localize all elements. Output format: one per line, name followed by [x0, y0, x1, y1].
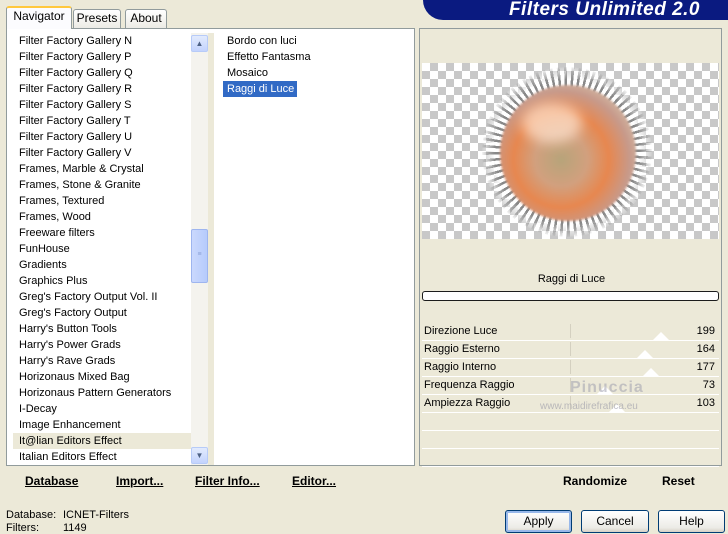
filter-item[interactable]: Bordo con luci	[223, 33, 297, 49]
randomize-button[interactable]: Randomize	[563, 474, 627, 488]
parameter-slider[interactable]	[570, 342, 686, 359]
tab-presets[interactable]: Presets	[73, 9, 121, 28]
preview-panel: Raggi di Luce Direzione Luce 199 Raggio Es…	[419, 28, 722, 467]
filter-item[interactable]: Effetto Fantasma	[223, 49, 311, 65]
parameter-slider[interactable]	[570, 324, 686, 341]
cancel-button[interactable]: Cancel	[581, 510, 649, 533]
watermark-site: www.maidirefrafica.eu	[540, 401, 638, 412]
category-item[interactable]: Filter Factory Gallery N	[13, 33, 193, 49]
category-item[interactable]: Harry's Rave Grads	[13, 353, 193, 369]
category-item[interactable]: Freeware filters	[13, 225, 193, 241]
category-item[interactable]: Frames, Stone & Granite	[13, 177, 193, 193]
category-item[interactable]: FunHouse	[13, 241, 193, 257]
navigator-panel: Filter Factory Gallery N Filter Factory G…	[6, 28, 415, 466]
category-item[interactable]: Filter Factory Gallery S	[13, 97, 193, 113]
app-title: Filters Unlimited 2.0	[508, 0, 700, 20]
reset-button[interactable]: Reset	[662, 474, 695, 488]
category-item[interactable]: Italian Editors Effect	[13, 449, 193, 465]
parameter-label: Direzione Luce	[424, 325, 498, 337]
category-item[interactable]: Image Enhancement	[13, 417, 193, 433]
parameter-value: 164	[696, 343, 715, 355]
filter-list[interactable]: Bordo con luci Effetto Fantasma Mosaico Rag…	[223, 33, 403, 97]
filters-count: 1149	[63, 522, 87, 534]
category-item[interactable]: Horizonaus Mixed Bag	[13, 369, 193, 385]
parameter-value: 199	[696, 325, 715, 337]
apply-button[interactable]: Apply	[505, 510, 572, 533]
category-item[interactable]: Filter Factory Gallery R	[13, 81, 193, 97]
slider-thumb[interactable]	[636, 350, 655, 359]
category-item[interactable]: Greg's Factory Output	[13, 305, 193, 321]
filter-item[interactable]: Mosaico	[223, 65, 297, 81]
category-item[interactable]: Horizonaus Pattern Generators	[13, 385, 193, 401]
category-item[interactable]: Filter Factory Gallery V	[13, 145, 193, 161]
category-scrollbar[interactable]: ▲ ≡ ▼	[191, 33, 208, 465]
category-item[interactable]: Frames, Wood	[13, 209, 193, 225]
filter-item[interactable]: Raggi di Luce	[223, 81, 297, 97]
category-item[interactable]: Harry's Power Grads	[13, 337, 193, 353]
category-item[interactable]: Filter Factory Gallery T	[13, 113, 193, 129]
parameter-label: Frequenza Raggio	[424, 379, 515, 391]
parameter-value: 73	[702, 379, 715, 391]
parameter-value: 103	[696, 397, 715, 409]
parameter-row[interactable]: Direzione Luce 199	[422, 323, 719, 341]
category-item[interactable]: Filter Factory Gallery P	[13, 49, 193, 65]
category-item[interactable]: Gradients	[13, 257, 193, 273]
parameter-label: Raggio Esterno	[424, 343, 500, 355]
scroll-up-button[interactable]: ▲	[191, 35, 208, 52]
slider-thumb[interactable]	[652, 332, 671, 341]
filter-info-button[interactable]: Filter Info...	[195, 474, 260, 488]
category-list[interactable]: Filter Factory Gallery N Filter Factory G…	[13, 33, 193, 465]
database-value: ICNET-Filters	[63, 509, 129, 521]
right-action-bar: Randomize Reset	[419, 466, 722, 492]
database-label: Database:	[6, 509, 57, 521]
parameter-label: Raggio Interno	[424, 361, 497, 373]
category-item[interactable]: Frames, Marble & Crystal	[13, 161, 193, 177]
tab-navigator[interactable]: Navigator	[6, 6, 72, 29]
app-title-banner: Filters Unlimited 2.0	[423, 0, 728, 20]
category-item[interactable]: Filter Factory Gallery U	[13, 129, 193, 145]
preview-filter-name: Raggi di Luce	[537, 273, 606, 285]
category-item[interactable]: It@lian Editors Effect	[13, 433, 193, 449]
database-button[interactable]: Database	[25, 474, 78, 488]
preview-highlight	[522, 103, 582, 143]
preview-image	[422, 63, 719, 239]
category-item[interactable]: Harry's Button Tools	[13, 321, 193, 337]
category-item[interactable]: Filter Factory Gallery Q	[13, 65, 193, 81]
scroll-thumb[interactable]: ≡	[191, 229, 208, 283]
parameter-row[interactable]: Raggio Interno 177	[422, 359, 719, 377]
parameter-row[interactable]: Raggio Esterno 164	[422, 341, 719, 359]
import-button[interactable]: Import...	[116, 474, 163, 488]
category-item[interactable]: Graphics Plus	[13, 273, 193, 289]
empty-parameter-row	[422, 413, 719, 431]
help-button[interactable]: Help	[658, 510, 725, 533]
slider-thumb[interactable]	[642, 368, 661, 377]
progress-bar	[422, 291, 719, 301]
parameter-label: Ampiezza Raggio	[424, 397, 511, 409]
category-item[interactable]: I-Decay	[13, 401, 193, 417]
left-action-bar: Database Import... Filter Info... Editor…	[6, 466, 415, 492]
filters-label: Filters:	[6, 522, 39, 534]
parameter-slider[interactable]	[570, 360, 686, 377]
tab-about[interactable]: About	[125, 9, 167, 28]
parameter-value: 177	[696, 361, 715, 373]
editor-button[interactable]: Editor...	[292, 474, 336, 488]
empty-parameter-row	[422, 431, 719, 449]
list-divider	[208, 33, 214, 465]
empty-parameter-row	[422, 449, 719, 467]
watermark-name: Pinuccia	[570, 379, 644, 396]
scroll-down-button[interactable]: ▼	[191, 447, 208, 464]
category-item[interactable]: Frames, Textured	[13, 193, 193, 209]
category-item[interactable]: Greg's Factory Output Vol. II	[13, 289, 193, 305]
